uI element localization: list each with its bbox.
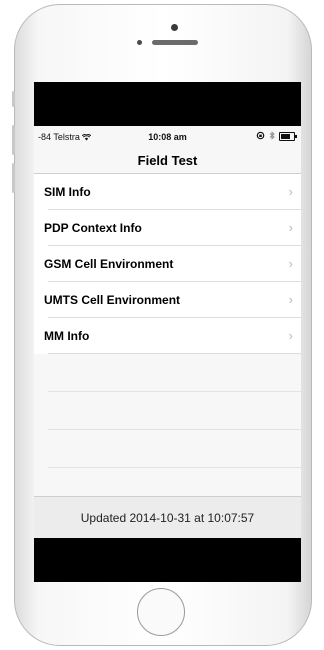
bluetooth-icon [269, 131, 275, 142]
proximity-sensor [137, 40, 142, 45]
menu-item-umts-cell-environment[interactable]: UMTS Cell Environment › [34, 282, 301, 318]
empty-separator [48, 430, 301, 468]
lock-rotation-icon [256, 131, 265, 142]
menu-item-label: SIM Info [44, 185, 91, 199]
menu-item-gsm-cell-environment[interactable]: GSM Cell Environment › [34, 246, 301, 282]
menu-item-label: GSM Cell Environment [44, 257, 174, 271]
page-title: Field Test [137, 153, 198, 168]
update-status-bar: Updated 2014-10-31 at 10:07:57 [34, 496, 301, 538]
menu-item-sim-info[interactable]: SIM Info › [34, 174, 301, 210]
navigation-bar: Field Test [34, 148, 301, 174]
home-button[interactable] [137, 588, 185, 636]
chevron-right-icon: › [288, 220, 293, 235]
mute-switch [12, 91, 15, 107]
battery-icon [279, 132, 297, 141]
chevron-right-icon: › [288, 328, 293, 343]
field-test-app: -84 Telstra 10:08 am Field Test SIM Info… [34, 126, 301, 538]
empty-separator [48, 354, 301, 392]
menu-item-mm-info[interactable]: MM Info › [34, 318, 301, 354]
updated-timestamp: Updated 2014-10-31 at 10:07:57 [80, 511, 255, 525]
chevron-right-icon: › [288, 184, 293, 199]
screen: -84 Telstra 10:08 am Field Test SIM Info… [34, 82, 301, 582]
earpiece-speaker [152, 40, 198, 45]
front-camera [171, 24, 178, 31]
volume-up-button [12, 125, 15, 155]
menu-list: SIM Info › PDP Context Info › GSM Cell E… [34, 174, 301, 506]
chevron-right-icon: › [288, 256, 293, 271]
volume-down-button [12, 163, 15, 193]
chevron-right-icon: › [288, 292, 293, 307]
menu-item-label: MM Info [44, 329, 90, 343]
menu-item-label: PDP Context Info [44, 221, 142, 235]
menu-item-pdp-context-info[interactable]: PDP Context Info › [34, 210, 301, 246]
status-bar: -84 Telstra 10:08 am [34, 126, 301, 148]
menu-item-label: UMTS Cell Environment [44, 293, 181, 307]
status-icons [256, 131, 297, 142]
empty-separator [48, 392, 301, 430]
